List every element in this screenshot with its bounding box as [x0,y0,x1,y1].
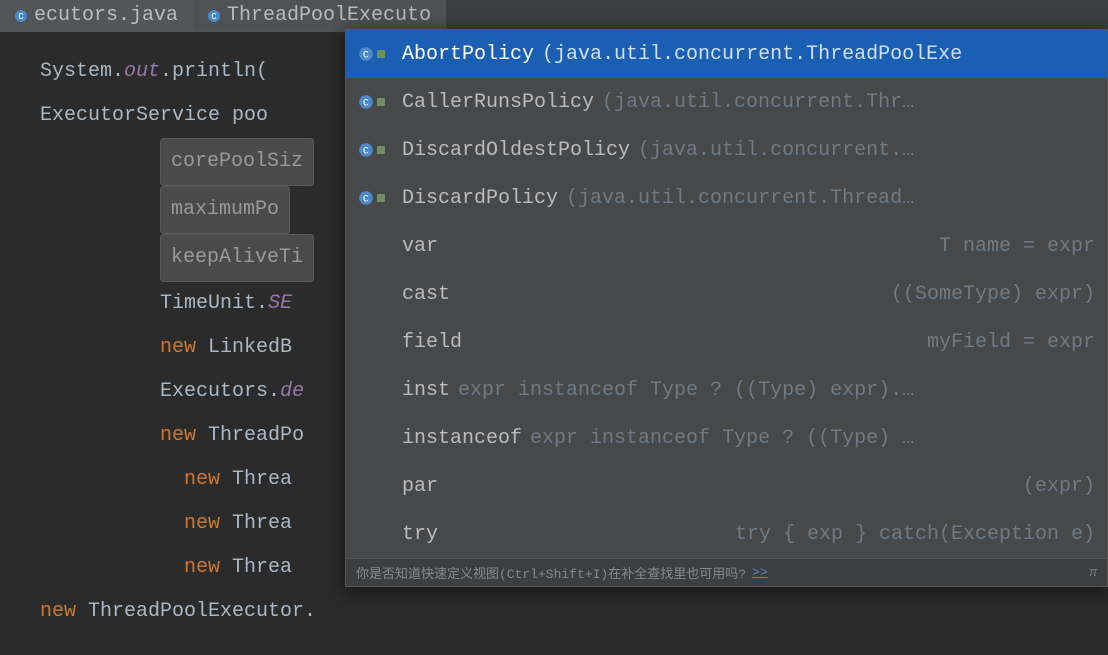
pi-icon[interactable]: π [1089,565,1097,580]
class-icon: C [358,142,394,158]
completion-item[interactable]: C CallerRunsPolicy (java.util.concurrent.… [346,78,1107,126]
tab-file-1[interactable]: C ecutors.java [0,0,193,31]
autocomplete-popup: C AbortPolicy (java.util.concurrent.Threa… [345,29,1108,587]
completion-name: cast [402,283,450,306]
class-icon: C [358,190,394,206]
completion-name: instanceof [402,427,522,450]
completion-item[interactable]: C DiscardPolicy (java.util.concurrent.Thr… [346,174,1107,222]
svg-text:C: C [363,49,369,61]
completion-item[interactable]: par (expr) [346,462,1107,510]
svg-text:C: C [363,97,369,109]
class-icon: C [358,46,394,62]
completion-name: AbortPolicy [402,43,534,66]
completion-tail: (java.util.concurrent.Thr… [602,91,1095,114]
completion-name: inst [402,379,450,402]
completion-name: field [402,331,462,354]
java-class-icon: C [207,9,221,23]
completion-item[interactable]: var T name = expr [346,222,1107,270]
footer-link[interactable]: >> [752,565,768,580]
footer-tip-text: 你是否知道快速定义视图(Ctrl+Shift+I)在补全查找里也可用吗? [356,563,746,582]
completion-tail: expr instanceof Type ? ((Type) expr).… [458,379,1095,402]
completion-hint: myField = expr [927,331,1095,354]
completion-tail: expr instanceof Type ? ((Type) … [530,427,1095,450]
completion-item[interactable]: cast ((SomeType) expr) [346,270,1107,318]
svg-text:C: C [211,12,217,22]
completion-tail: (java.util.concurrent.… [638,139,1095,162]
completion-hint: try { exp } catch(Exception e) [735,523,1095,546]
svg-text:C: C [363,193,369,205]
popup-footer: 你是否知道快速定义视图(Ctrl+Shift+I)在补全查找里也可用吗? >> … [346,558,1107,586]
completion-item[interactable]: instanceof expr instanceof Type ? ((Type… [346,414,1107,462]
completion-item[interactable]: C AbortPolicy (java.util.concurrent.Threa… [346,30,1107,78]
completion-item[interactable]: try try { exp } catch(Exception e) [346,510,1107,558]
param-hint: keepAliveTi [160,234,314,282]
completion-name: var [402,235,438,258]
completion-tail: (java.util.concurrent.ThreadPoolExe [542,43,1095,66]
completion-tail: (java.util.concurrent.Thread… [566,187,1095,210]
completion-item[interactable]: field myField = expr [346,318,1107,366]
tab-label: ecutors.java [34,4,178,27]
code-line: new ThreadPoolExecutor. [40,590,1108,634]
svg-text:C: C [18,12,24,22]
completion-name: DiscardOldestPolicy [402,139,630,162]
completion-name: CallerRunsPolicy [402,91,594,114]
java-class-icon: C [14,9,28,23]
completion-item[interactable]: C DiscardOldestPolicy (java.util.concurre… [346,126,1107,174]
class-icon: C [358,94,394,110]
param-hint: maximumPo [160,186,290,234]
tab-label: ThreadPoolExecuto [227,4,431,27]
svg-text:C: C [363,145,369,157]
completion-hint: (expr) [1023,475,1095,498]
completion-hint: T name = expr [939,235,1095,258]
tab-file-2[interactable]: C ThreadPoolExecuto [193,0,446,31]
completion-item[interactable]: inst expr instanceof Type ? ((Type) expr… [346,366,1107,414]
completion-name: DiscardPolicy [402,187,558,210]
completion-name: try [402,523,438,546]
completion-hint: ((SomeType) expr) [891,283,1095,306]
completion-name: par [402,475,438,498]
editor-tabs: C ecutors.java C ThreadPoolExecuto [0,0,1108,32]
param-hint: corePoolSiz [160,138,314,186]
